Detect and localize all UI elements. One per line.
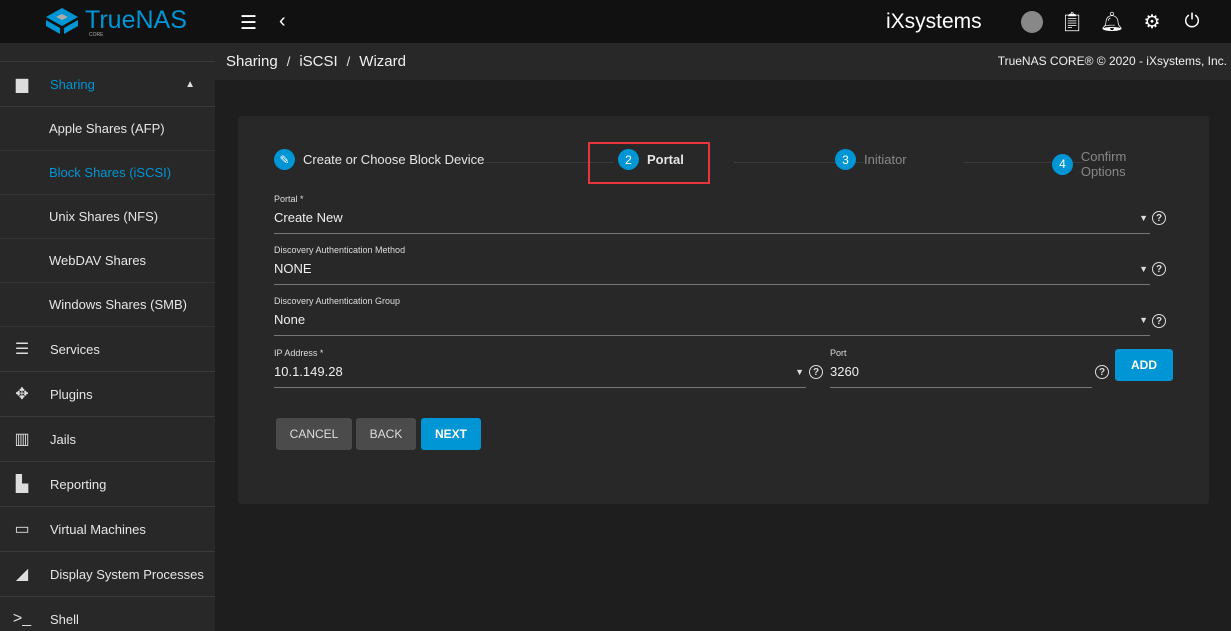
laptop-icon: ▭ — [14, 521, 30, 538]
sidebar-item-partial[interactable] — [0, 43, 215, 62]
sidebar-subitem-afp[interactable]: Apple Shares (AFP) — [0, 107, 215, 151]
ip-address-select[interactable]: IP Address * 10.1.149.28 ▼ — [274, 348, 806, 388]
breadcrumb-sharing[interactable]: Sharing — [226, 53, 278, 70]
caret-up-icon: ▲ — [185, 78, 195, 90]
sidebar-item-jails[interactable]: ▥ Jails — [0, 417, 215, 462]
menu-toggle-icon[interactable]: ☰ — [240, 12, 257, 35]
help-icon[interactable]: ? — [809, 365, 823, 379]
sidebar-item-processes[interactable]: ◢ Display System Processes — [0, 552, 215, 597]
sidebar-item-reporting[interactable]: ▙ Reporting — [0, 462, 215, 507]
gear-icon[interactable]: ⚙ — [1140, 10, 1164, 34]
bell-icon[interactable]: 🔔︎ — [1100, 10, 1124, 34]
dropdown-arrow-icon: ▼ — [1139, 213, 1148, 223]
chart-icon: ▙ — [15, 476, 29, 493]
clipboard-icon[interactable]: 📋︎ — [1060, 10, 1084, 34]
truenas-logo[interactable]: TrueNAS CORE — [45, 6, 187, 38]
sidebar-subitem-webdav[interactable]: WebDAV Shares — [0, 239, 215, 283]
pencil-icon: ✎ — [274, 149, 295, 170]
step-1[interactable]: ✎ Create or Choose Block Device — [274, 149, 484, 170]
sidebar-item-shell[interactable]: >_ Shell — [0, 597, 215, 631]
sidebar-subitem-iscsi[interactable]: Block Shares (iSCSI) — [0, 151, 215, 195]
sidebar-item-vms[interactable]: ▭ Virtual Machines — [0, 507, 215, 552]
copyright: TrueNAS CORE® © 2020 - iXsystems, Inc. — [997, 54, 1227, 68]
chevron-left-icon[interactable]: ‹ — [279, 10, 286, 33]
auth-method-select[interactable]: Discovery Authentication Method NONE ▼ — [274, 245, 1150, 285]
sidebar-item-sharing[interactable]: ▆ Sharing ▲ — [0, 62, 215, 107]
power-icon[interactable]: ⏻ — [1180, 10, 1204, 34]
portal-select[interactable]: Portal * Create New ▼ — [274, 194, 1150, 234]
sidebar-subitem-nfs[interactable]: Unix Shares (NFS) — [0, 195, 215, 239]
jail-icon: ▥ — [14, 431, 30, 448]
step-4[interactable]: 4 Confirm Options — [1052, 149, 1174, 179]
help-icon[interactable]: ? — [1152, 314, 1166, 328]
sidebar-item-services[interactable]: ☰ Services — [0, 327, 215, 372]
truecommand-icon[interactable] — [1020, 10, 1044, 34]
wizard-card: ✎ Create or Choose Block Device 2 Portal 3… — [238, 116, 1209, 504]
breadcrumb-wizard: Wizard — [359, 53, 406, 70]
help-icon[interactable]: ? — [1152, 262, 1166, 276]
step-3[interactable]: 3 Initiator — [835, 149, 907, 170]
breadcrumb-iscsi[interactable]: iSCSI — [299, 53, 337, 70]
sidebar-item-plugins[interactable]: ✥ Plugins — [0, 372, 215, 417]
truenas-logo-icon — [46, 7, 78, 34]
help-icon[interactable]: ? — [1152, 211, 1166, 225]
puzzle-icon: ✥ — [15, 386, 29, 403]
highlight-box — [588, 142, 710, 184]
port-input[interactable]: Port 3260 — [830, 348, 1092, 388]
next-button[interactable]: NEXT — [421, 418, 481, 450]
dropdown-arrow-icon: ▼ — [1139, 264, 1148, 274]
dropdown-arrow-icon: ▼ — [1139, 315, 1148, 325]
back-button[interactable]: BACK — [356, 418, 416, 450]
dropdown-arrow-icon: ▼ — [795, 367, 804, 377]
auth-group-select[interactable]: Discovery Authentication Group None ▼ — [274, 296, 1150, 336]
breadcrumb: Sharing / iSCSI / Wizard TrueNAS CORE® © 2… — [215, 43, 1231, 80]
wizard-stepper: ✎ Create or Choose Block Device 2 Portal 3… — [274, 149, 1174, 179]
ixsystems-logo[interactable]: iXsystems — [886, 10, 982, 34]
terminal-icon: >_ — [12, 610, 32, 627]
folder-user-icon: ▆ — [15, 76, 29, 93]
help-icon[interactable]: ? — [1095, 365, 1109, 379]
sidebar-subitem-smb[interactable]: Windows Shares (SMB) — [0, 283, 215, 327]
sliders-icon: ☰ — [14, 341, 30, 358]
sidebar: ▆ Sharing ▲ Apple Shares (AFP) Block Share… — [0, 43, 215, 631]
add-button[interactable]: ADD — [1115, 349, 1173, 381]
top-bar: TrueNAS CORE ☰ ‹ iXsystems 📋︎ 🔔︎ ⚙ ⏻ — [0, 0, 1231, 43]
processes-icon: ◢ — [15, 566, 29, 583]
cancel-button[interactable]: CANCEL — [276, 418, 352, 450]
